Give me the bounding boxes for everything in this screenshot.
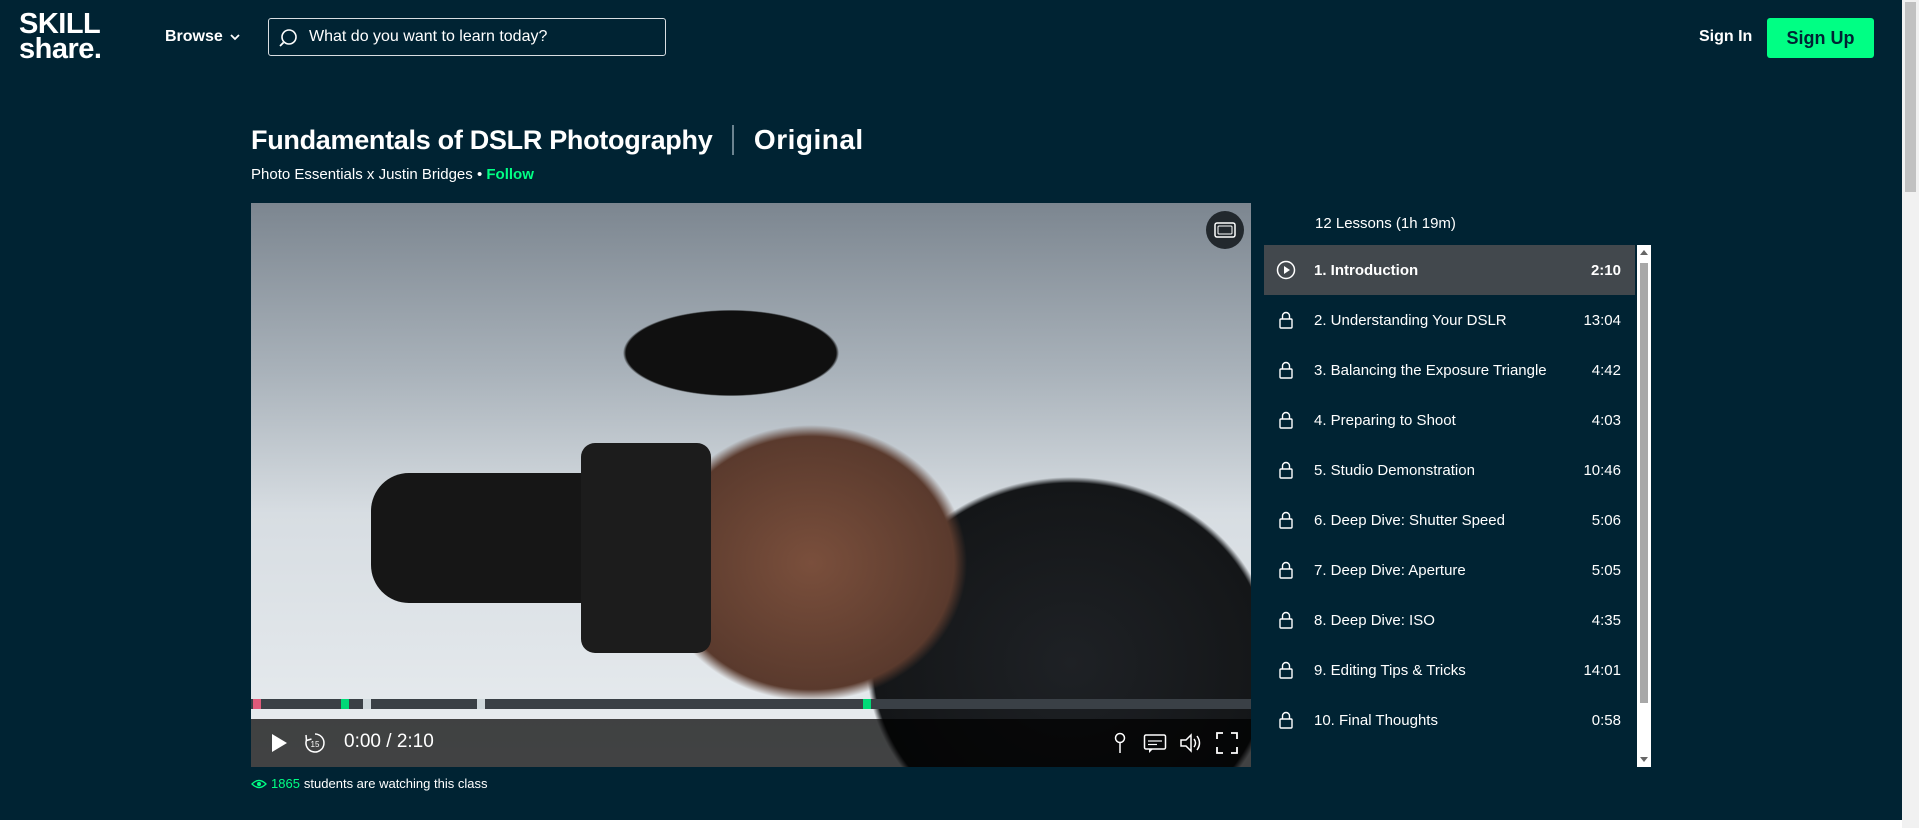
sign-in-link[interactable]: Sign In	[1699, 28, 1752, 46]
player-controls: 15 0:00 / 2:10	[251, 719, 1251, 767]
lesson-item[interactable]: 8. Deep Dive: ISO 4:35	[1264, 595, 1635, 645]
lesson-duration: 13:04	[1583, 311, 1621, 329]
captions-icon	[1143, 734, 1167, 753]
lesson-title: 10. Final Thoughts	[1314, 711, 1438, 729]
playback-time: 0:00 / 2:10	[344, 731, 434, 752]
lesson-duration: 4:03	[1591, 411, 1621, 429]
lock-icon	[1276, 710, 1296, 730]
pin-icon	[1114, 732, 1126, 753]
sign-up-button[interactable]: Sign Up	[1767, 18, 1874, 58]
chevron-down-icon	[230, 34, 240, 41]
fullscreen-button[interactable]	[1215, 731, 1239, 755]
follow-link[interactable]: Follow	[486, 166, 534, 183]
page-scrollbar-thumb[interactable]	[1905, 2, 1916, 192]
play-button[interactable]	[268, 731, 290, 755]
course-title-row: Fundamentals of DSLR Photography Origina…	[251, 124, 864, 156]
teacher-name: Photo Essentials x Justin Bridges •	[251, 166, 483, 183]
progress-marker[interactable]	[341, 699, 349, 709]
progress-marker[interactable]	[363, 699, 371, 709]
lesson-title: 2. Understanding Your DSLR	[1314, 311, 1507, 329]
lock-icon	[1276, 560, 1296, 580]
lesson-duration: 4:42	[1591, 361, 1621, 379]
volume-button[interactable]	[1178, 731, 1204, 755]
lock-icon	[1276, 660, 1296, 680]
lesson-duration: 14:01	[1583, 661, 1621, 679]
skillshare-logo[interactable]: SKILL share.	[19, 10, 129, 66]
lessons-summary: 12 Lessons (1h 19m)	[1315, 215, 1456, 232]
notes-button[interactable]	[1111, 731, 1129, 755]
browse-menu[interactable]: Browse	[165, 28, 241, 46]
lesson-item[interactable]: 5. Studio Demonstration 10:46	[1264, 445, 1635, 495]
page-bottom-edge	[0, 820, 1902, 828]
rewind-15-icon: 15	[305, 733, 325, 753]
lock-icon	[1276, 410, 1296, 430]
lesson-list: 1. Introduction 2:10 2. Understanding Your…	[1264, 245, 1635, 767]
lock-icon	[1276, 360, 1296, 380]
fullscreen-icon	[1216, 732, 1238, 754]
course-title: Fundamentals of DSLR Photography	[251, 124, 713, 155]
lesson-duration: 2:10	[1590, 261, 1621, 279]
lesson-item[interactable]: 1. Introduction 2:10	[1264, 245, 1635, 295]
viewer-count-label: students are watching this class	[303, 776, 488, 791]
eye-icon	[251, 779, 267, 788]
rewind-15-label: 15	[311, 740, 320, 749]
rewind-15-button[interactable]: 15	[303, 731, 327, 755]
lock-icon	[1276, 460, 1296, 480]
lesson-item[interactable]: 10. Final Thoughts 0:58	[1264, 695, 1635, 745]
title-divider	[732, 125, 734, 155]
volume-icon	[1180, 733, 1201, 753]
play-circle-icon	[1276, 260, 1296, 280]
course-byline: Photo Essentials x Justin Bridges • Foll…	[251, 166, 534, 183]
lesson-title: 1. Introduction	[1314, 261, 1419, 279]
video-frame-camera-body	[581, 443, 711, 653]
progress-marker[interactable]	[253, 699, 261, 709]
page-scrollbar[interactable]	[1902, 0, 1919, 828]
lesson-title: 7. Deep Dive: Aperture	[1314, 561, 1466, 579]
progress-marker[interactable]	[477, 699, 485, 709]
lesson-duration: 5:05	[1591, 561, 1621, 579]
viewer-count-number: 1865	[271, 776, 300, 791]
picture-in-picture-button[interactable]	[1206, 211, 1244, 249]
lesson-duration: 4:35	[1591, 611, 1621, 629]
lock-icon	[1276, 310, 1296, 330]
search-input[interactable]	[307, 27, 651, 47]
search-icon	[279, 29, 297, 47]
video-progress-bar[interactable]	[251, 699, 1251, 709]
browse-label: Browse	[165, 28, 223, 45]
lesson-title: 5. Studio Demonstration	[1314, 461, 1475, 479]
lesson-item[interactable]: 7. Deep Dive: Aperture 5:05	[1264, 545, 1635, 595]
lesson-item[interactable]: 9. Editing Tips & Tricks 14:01	[1264, 645, 1635, 695]
viewer-count: 1865 students are watching this class	[251, 776, 487, 791]
lesson-title: 6. Deep Dive: Shutter Speed	[1314, 511, 1505, 529]
lesson-item[interactable]: 4. Preparing to Shoot 4:03	[1264, 395, 1635, 445]
lesson-title: 9. Editing Tips & Tricks	[1314, 661, 1466, 679]
lesson-item[interactable]: 6. Deep Dive: Shutter Speed 5:06	[1264, 495, 1635, 545]
lesson-item[interactable]: 2. Understanding Your DSLR 13:04	[1264, 295, 1635, 345]
lock-icon	[1276, 510, 1296, 530]
lesson-item[interactable]: 3. Balancing the Exposure Triangle 4:42	[1264, 345, 1635, 395]
search-box[interactable]	[268, 18, 666, 56]
lesson-title: 8. Deep Dive: ISO	[1314, 611, 1435, 629]
original-badge: Original	[753, 124, 864, 155]
lesson-duration: 5:06	[1591, 511, 1621, 529]
play-icon	[272, 734, 287, 752]
lesson-duration: 0:58	[1591, 711, 1621, 729]
lock-icon	[1276, 610, 1296, 630]
lesson-duration: 10:46	[1583, 461, 1621, 479]
lesson-title: 4. Preparing to Shoot	[1314, 411, 1456, 429]
video-frame-camera-lens	[371, 473, 591, 603]
picture-in-picture-icon	[1214, 222, 1236, 238]
progress-marker[interactable]	[863, 699, 871, 709]
scrollbar-thumb[interactable]	[1640, 263, 1648, 703]
video-player[interactable]: 15 0:00 / 2:10	[251, 203, 1251, 767]
scroll-down-arrow[interactable]	[1640, 757, 1648, 762]
lesson-list-scrollbar[interactable]	[1637, 245, 1651, 767]
logo-line-2: share.	[19, 33, 102, 65]
scroll-up-arrow[interactable]	[1640, 250, 1648, 255]
lesson-title: 3. Balancing the Exposure Triangle	[1314, 361, 1547, 379]
captions-button[interactable]	[1143, 731, 1167, 755]
